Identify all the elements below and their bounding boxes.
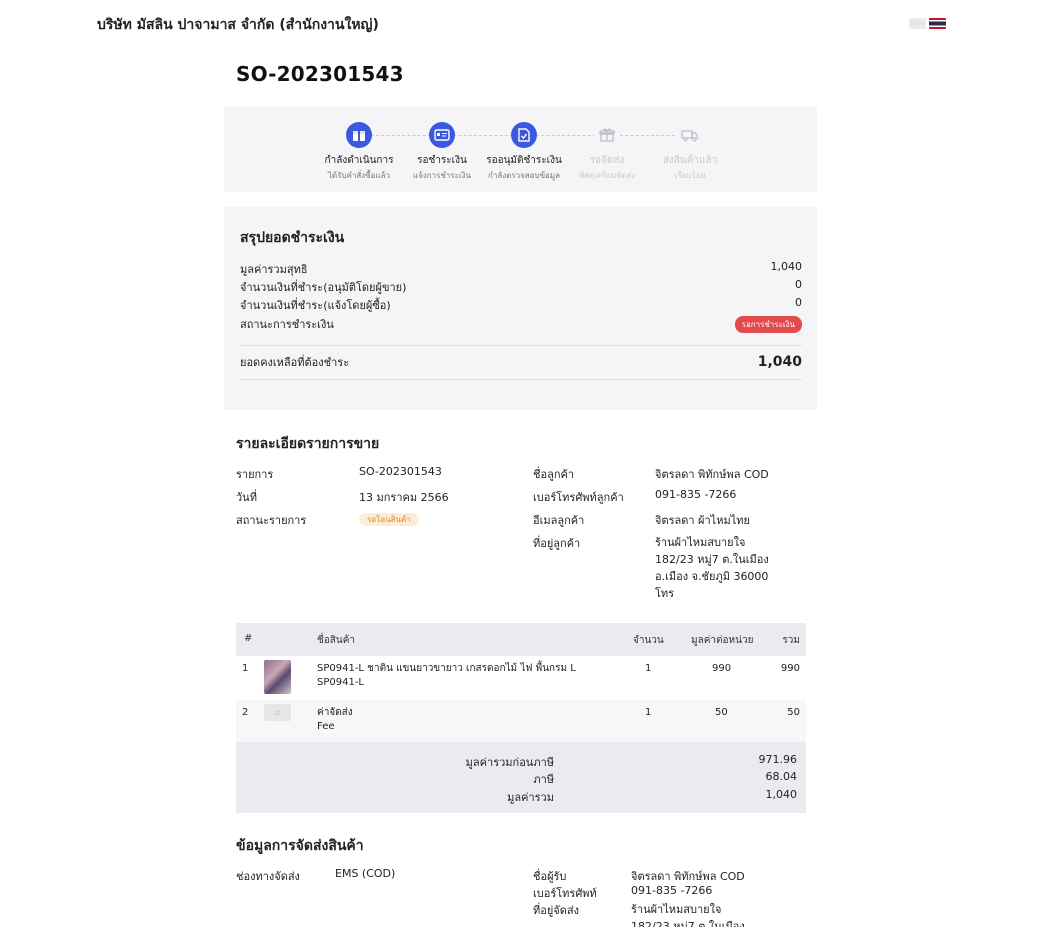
- order-label: รายการ: [236, 468, 274, 481]
- address-line: โทร: [655, 587, 675, 600]
- product-name-line: SP0941-L ชาติน แขนยาวขายาว เกสรดอกไม้ ไฟ…: [317, 663, 576, 674]
- box-icon: [346, 122, 372, 148]
- table-row[interactable]: 2 ▫ ค่าจัดส่ง Fee 1 50 50: [236, 700, 806, 742]
- product-name-line: ค่าจัดส่ง: [317, 707, 353, 718]
- row-index: 1: [242, 663, 249, 674]
- product-name: ค่าจัดส่ง Fee: [317, 706, 353, 734]
- divider: [240, 379, 802, 380]
- order-value: SO-202301543: [359, 465, 442, 478]
- company-name: บริษัท มัสลิน ปาจามาส จำกัด (สำนักงานใหญ…: [97, 17, 379, 33]
- order-progress-steps: กำลังดำเนินการ ได้รับคำสั่งซื้อแล้ว รอชำ…: [224, 107, 817, 192]
- payment-status-row: สถานะการชำระเงิน รอการชำระเงิน: [240, 315, 802, 333]
- payment-status-label: สถานะการชำระเงิน: [240, 318, 334, 331]
- row-qty: 1: [645, 663, 652, 674]
- image-placeholder-icon: ▫: [264, 704, 291, 721]
- address-line: อ.เมือง จ.ชัยภูมิ 36000: [655, 570, 769, 583]
- order-status-badge: รอโอนสินค้า: [359, 513, 419, 526]
- order-number-title: SO-202301543: [236, 62, 404, 86]
- receiver-phone-value: 091-835 -7266: [631, 884, 713, 897]
- net-total-row: มูลค่ารวมสุทธิ 1,040: [240, 260, 802, 278]
- thai-flag-icon[interactable]: [929, 18, 946, 29]
- product-sku: Fee: [317, 721, 335, 732]
- customer-email-label: อีเมลลูกค้า: [533, 514, 585, 527]
- shipping-channel-label: ช่องทางจัดส่ง: [236, 870, 300, 883]
- payment-summary-panel: สรุปยอดชำระเงิน มูลค่ารวมสุทธิ 1,040 จำน…: [224, 207, 817, 410]
- row-qty: 1: [645, 707, 652, 718]
- row-unit-price: 50: [715, 707, 728, 718]
- order-status-badge-wrap: รอโอนสินค้า: [359, 512, 419, 526]
- address-line: 182/23 หมู่7 ต.ในเมือง: [631, 920, 745, 927]
- items-table: # ชื่อสินค้า จำนวน มูลค่าต่อหน่วย รวม 1 …: [236, 623, 806, 813]
- subtotal-value: 971.96: [758, 753, 798, 766]
- receiver-value: จิตรลดา พิทักษ์พล COD: [631, 870, 745, 883]
- truck-icon: [677, 122, 703, 148]
- top-bar: บริษัท มัสลิน ปาจามาส จำกัด (สำนักงานใหญ…: [0, 0, 1060, 46]
- summary-title: สรุปยอดชำระเงิน: [240, 230, 345, 246]
- address-line: ร้านผ้าไหมสบายใจ: [631, 903, 722, 916]
- net-total-value: 1,040: [770, 260, 803, 273]
- tax-value: 68.04: [765, 770, 798, 783]
- paid-approved-label: จำนวนเงินที่ชำระ(อนุมัติโดยผู้ขาย): [240, 281, 407, 294]
- customer-label: ชื่อลูกค้า: [533, 468, 575, 481]
- english-flag-icon[interactable]: [909, 18, 926, 29]
- order-status-label: สถานะรายการ: [236, 514, 307, 527]
- grand-total-label: มูลค่ารวม: [507, 791, 554, 804]
- step-shipped: ส่งสินค้าแล้ว เรียบร้อย: [640, 122, 740, 182]
- shipping-channel-value: EMS (COD): [335, 867, 396, 880]
- balance-row: ยอดคงเหลือที่ต้องชำระ 1,040: [240, 353, 802, 371]
- header-unit-price: มูลค่าต่อหน่วย: [691, 635, 754, 646]
- shipping-title: ข้อมูลการจัดส่งสินค้า: [236, 838, 364, 854]
- table-totals: มูลค่ารวมก่อนภาษี 971.96 ภาษี 68.04 มูลค…: [236, 742, 806, 813]
- shipping-address-label: ที่อยู่จัดส่ง: [533, 904, 579, 917]
- customer-address: ร้านผ้าไหมสบายใจ 182/23 หมู่7 ต.ในเมือง …: [655, 534, 769, 602]
- receiver-phone-label: เบอร์โทรศัพท์: [533, 887, 597, 900]
- grand-total-value: 1,040: [765, 788, 798, 801]
- step-title: ส่งสินค้าแล้ว: [662, 155, 718, 166]
- header-name: ชื่อสินค้า: [317, 635, 356, 646]
- subtotal-label: มูลค่ารวมก่อนภาษี: [465, 756, 554, 769]
- receiver-label: ชื่อผู้รับ: [533, 870, 567, 883]
- paid-reported-value: 0: [795, 296, 802, 309]
- sale-details-title: รายละเอียดรายการขาย: [236, 436, 380, 452]
- paid-reported-label: จำนวนเงินที่ชำระ(แจ้งโดยผู้ซื้อ): [240, 299, 391, 312]
- payment-status-badge: รอการชำระเงิน: [734, 315, 802, 333]
- gift-box-icon: [594, 122, 620, 148]
- header-qty: จำนวน: [633, 635, 664, 646]
- paid-approved-value: 0: [795, 278, 802, 291]
- step-subtitle: เรียบร้อย: [674, 171, 706, 180]
- table-header: # ชื่อสินค้า จำนวน มูลค่าต่อหน่วย รวม: [236, 623, 806, 656]
- address-line: ร้านผ้าไหมสบายใจ: [655, 536, 746, 549]
- language-switcher: [909, 18, 946, 29]
- product-thumbnail[interactable]: [264, 660, 291, 694]
- paid-reported-row: จำนวนเงินที่ชำระ(แจ้งโดยผู้ซื้อ) 0: [240, 296, 802, 314]
- customer-email-value: จิตรลดา ผ้าไหมไทย: [655, 514, 750, 527]
- customer-phone-value: 091-835 -7266: [655, 488, 737, 501]
- customer-value: จิตรลดา พิทักษ์พล COD: [655, 468, 769, 481]
- date-value: 13 มกราคม 2566: [359, 491, 449, 504]
- row-total: 50: [787, 707, 800, 718]
- balance-label: ยอดคงเหลือที่ต้องชำระ: [240, 356, 350, 369]
- header-total: รวม: [782, 635, 800, 646]
- row-index: 2: [242, 707, 249, 718]
- balance-value: 1,040: [757, 354, 802, 370]
- table-row[interactable]: 1 SP0941-L ชาติน แขนยาวขายาว เกสรดอกไม้ …: [236, 656, 806, 700]
- net-total-label: มูลค่ารวมสุทธิ: [240, 263, 308, 276]
- row-total: 990: [780, 663, 800, 674]
- product-name: SP0941-L ชาติน แขนยาวขายาว เกสรดอกไม้ ไฟ…: [317, 662, 576, 690]
- shipping-address: ร้านผ้าไหมสบายใจ 182/23 หมู่7 ต.ในเมือง: [631, 901, 745, 927]
- address-line: 182/23 หมู่7 ต.ในเมือง: [655, 553, 769, 566]
- row-unit-price: 990: [712, 663, 732, 674]
- divider: [240, 345, 802, 346]
- header-index: #: [244, 633, 253, 644]
- tax-label: ภาษี: [533, 773, 554, 786]
- paid-approved-row: จำนวนเงินที่ชำระ(อนุมัติโดยผู้ขาย) 0: [240, 278, 802, 296]
- payment-card-icon: [429, 122, 455, 148]
- product-sku: SP0941-L: [317, 677, 365, 688]
- document-check-icon: [511, 122, 537, 148]
- customer-phone-label: เบอร์โทรศัพท์ลูกค้า: [533, 491, 624, 504]
- customer-address-label: ที่อยู่ลูกค้า: [533, 537, 581, 550]
- date-label: วันที่: [236, 491, 257, 504]
